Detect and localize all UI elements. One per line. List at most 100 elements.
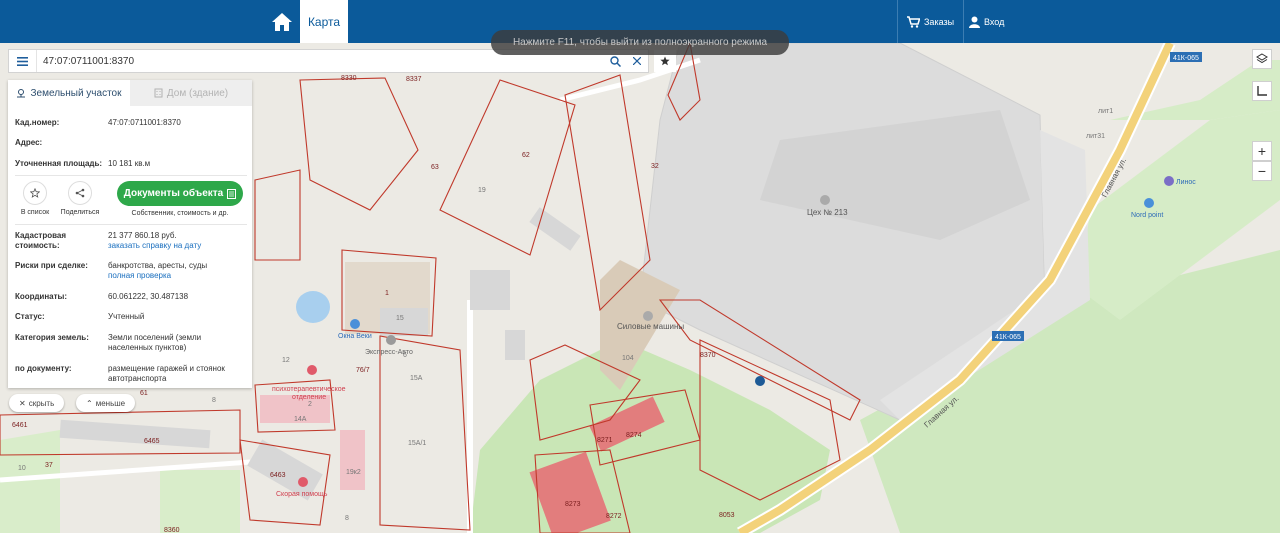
map-label: 14А [294, 416, 307, 423]
map-label: 12 [282, 357, 290, 364]
zoom-out-button[interactable]: − [1252, 161, 1272, 181]
orders-label: Заказы [924, 16, 955, 27]
layers-button[interactable] [1252, 49, 1272, 69]
login-label: Вход [984, 16, 1005, 27]
star-icon [660, 56, 670, 66]
close-icon: ✕ [19, 398, 26, 408]
map-label-poi: Экспресс-Авто [365, 349, 413, 356]
share-button[interactable]: Поделиться [58, 181, 102, 216]
map-label: 104 [622, 355, 634, 362]
hide-panel-button[interactable]: ✕ скрыть [9, 394, 65, 412]
tab-house[interactable]: Дом (здание) [130, 80, 252, 106]
cadastral-cost-label: Кадастровая стоимость: [15, 231, 67, 250]
map-label-poi: Окна Веки [338, 333, 372, 340]
map-label: 6465 [144, 438, 160, 445]
map-label: 19к2 [346, 469, 361, 476]
cad-number-link[interactable]: 47:07:0711001:8370 [108, 118, 247, 128]
star-outline-icon [30, 188, 40, 198]
object-documents-label: Документы объекта [123, 188, 224, 199]
status-row: Статус: Учтенный [15, 312, 247, 322]
login-button[interactable]: Вход [960, 0, 1013, 43]
road-badge: 41К-065 [995, 334, 1021, 341]
map-label: 76/7 [356, 367, 370, 374]
permitted-use-label: по документу: [15, 364, 72, 373]
map-label-workshop: Цех № 213 [807, 208, 848, 217]
order-certificate-link[interactable]: заказать справку на дату [108, 241, 201, 250]
share-label: Поделиться [60, 209, 100, 216]
map-label: 61 [140, 390, 148, 397]
user-icon [969, 16, 980, 28]
building-icon [154, 88, 163, 98]
map-label: 8272 [606, 513, 622, 520]
map-label: 8273 [565, 501, 581, 508]
land-category-row: Категория земель: Земли поселений (земли… [15, 333, 247, 353]
tab-land-plot-label: Земельный участок [30, 87, 122, 99]
less-label: меньше [95, 398, 126, 408]
map-label: 1 [385, 290, 389, 297]
address-row: Адрес: [15, 138, 247, 148]
area-value: 10 181 кв.м [108, 159, 151, 168]
map-label: 15 [396, 315, 404, 322]
cadastral-cost-value: 21 377 860.18 руб. [108, 231, 177, 240]
area-row: Уточненная площадь: 10 181 кв.м [15, 159, 247, 169]
map-label-poi: отделение [292, 394, 326, 401]
layers-icon [1256, 53, 1268, 64]
object-documents-subtitle: Собственник, стоимость и др. [131, 210, 229, 217]
zoom-in-button[interactable]: + [1252, 141, 1272, 161]
land-plot-icon [17, 89, 26, 98]
road-badge: 41К-065 [1173, 55, 1199, 62]
map-label: 15А/1 [408, 440, 426, 447]
measure-button[interactable] [1252, 81, 1272, 101]
map-label: 63 [431, 164, 439, 171]
ruler-icon [1257, 86, 1267, 96]
cad-number-label: Кад.номер: [15, 118, 60, 127]
land-category-label: Категория земель: [15, 333, 89, 342]
map-label: 6463 [270, 472, 286, 479]
map-label-poi: Скорая помощь [276, 491, 328, 498]
menu-icon [17, 56, 28, 66]
status-label: Статус: [15, 312, 45, 321]
land-category-value: Земли поселений (земли населенных пунктов… [108, 333, 202, 352]
search-input[interactable] [37, 55, 604, 67]
home-button[interactable] [264, 0, 300, 43]
map-label: 8330 [341, 75, 357, 82]
document-icon [227, 188, 237, 199]
risks-label: Риски при сделке: [15, 261, 88, 270]
object-info-panel: Земельный участок Дом (здание) Кад.номер… [8, 80, 252, 388]
share-icon [75, 188, 85, 198]
search-icon [609, 55, 621, 67]
full-check-link[interactable]: полная проверка [108, 271, 171, 280]
map-label: 37 [45, 462, 53, 469]
map-label: 8274 [626, 432, 642, 439]
cart-icon [907, 15, 920, 28]
area-label: Уточненная площадь: [15, 159, 103, 168]
orders-button[interactable]: Заказы [897, 0, 965, 43]
status-value: Учтенный [108, 312, 145, 321]
object-documents-button[interactable]: Документы объекта [117, 181, 243, 206]
tab-map[interactable]: Карта [300, 0, 348, 43]
map-label: 10 [18, 465, 26, 472]
show-less-button[interactable]: ⌃ меньше [76, 394, 136, 412]
fullscreen-toast: Нажмите F11, чтобы выйти из полноэкранно… [491, 30, 789, 55]
cad-number-row: Кад.номер: 47:07:0711001:8370 [15, 118, 247, 128]
map-label: лит31 [1086, 133, 1105, 140]
add-to-list-button[interactable]: В список [18, 181, 52, 216]
map-label: 8 [345, 515, 349, 522]
add-to-list-label: В список [20, 209, 50, 216]
tab-land-plot[interactable]: Земельный участок [8, 80, 130, 106]
map-label: 15А [410, 375, 423, 382]
map-label: 8337 [406, 76, 422, 83]
coordinates-row: Координаты: 60.061222, 30.487138 [15, 292, 247, 302]
map-label: 8 [212, 397, 216, 404]
map-label: 8053 [719, 512, 735, 519]
coordinates-value: 60.061222, 30.487138 [108, 292, 189, 301]
chevron-up-icon: ⌃ [86, 398, 93, 408]
map-label: 8271 [597, 437, 613, 444]
permitted-use-value: размещение гаражей и стоянок автотранспор… [108, 364, 225, 383]
risks-value: банкротства, аресты, суды [108, 261, 208, 270]
map-label: 8360 [164, 527, 180, 533]
map-label: лит1 [1098, 108, 1113, 115]
hide-label: скрыть [28, 398, 55, 408]
menu-button[interactable] [9, 50, 37, 72]
coordinates-label: Координаты: [15, 292, 68, 301]
